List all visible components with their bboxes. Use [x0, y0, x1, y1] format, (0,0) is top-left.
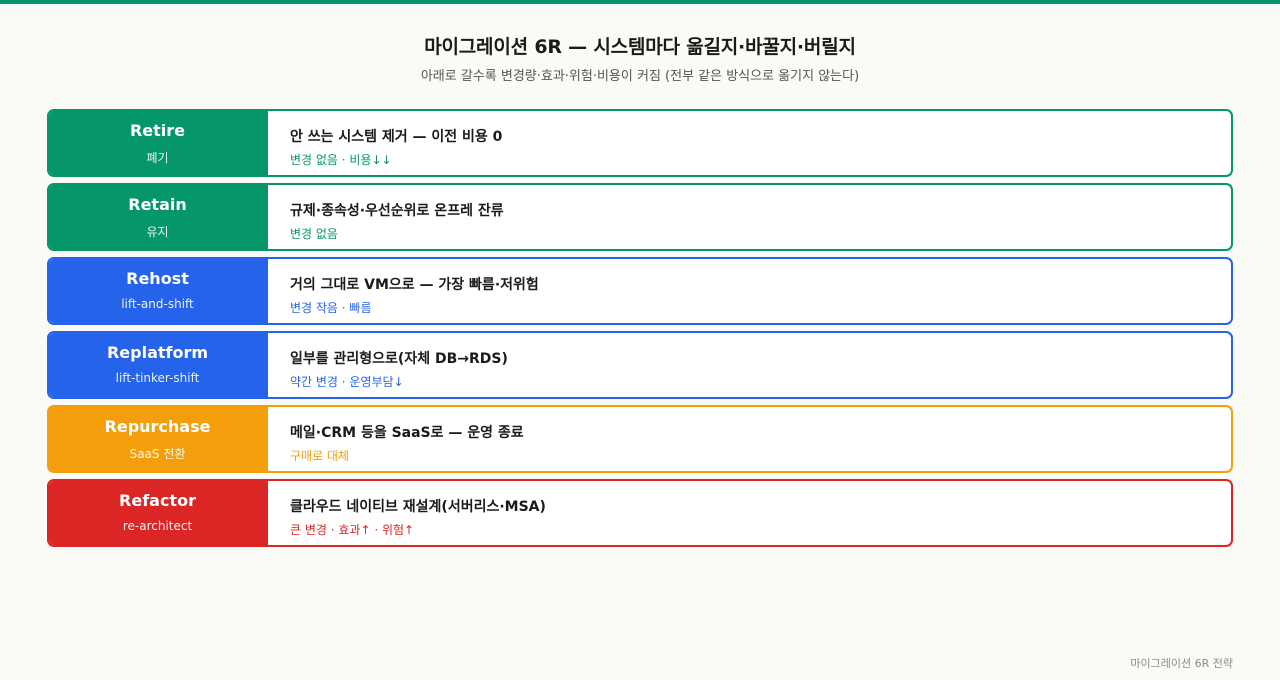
top-accent-bar [0, 0, 1280, 4]
strategy-name: Repurchase [104, 417, 211, 436]
strategy-note: 변경 없음 · 비용↓↓ [290, 153, 392, 167]
strategy-label-block: Retire 폐기 [49, 111, 268, 175]
strategy-description: 규제·종속성·우선순위로 온프레 잔류 [290, 203, 504, 219]
strategy-list: Retire 폐기 안 쓰는 시스템 제거 — 이전 비용 0 변경 없음 · … [47, 109, 1233, 553]
strategy-description: 거의 그대로 VM으로 — 가장 빠름·저위험 [290, 277, 539, 293]
strategy-name: Rehost [126, 269, 189, 288]
strategy-subtitle: lift-and-shift [121, 297, 194, 311]
strategy-description: 클라우드 네이티브 재설계(서버리스·MSA) [290, 499, 546, 515]
footer-label: 마이그레이션 6R 전략 [1130, 657, 1233, 670]
page-title: 마이그레이션 6R — 시스템마다 옮길지·바꿀지·버릴지 [424, 36, 856, 58]
strategy-subtitle: SaaS 전환 [129, 447, 186, 461]
strategy-row-retire: Retire 폐기 안 쓰는 시스템 제거 — 이전 비용 0 변경 없음 · … [47, 109, 1233, 177]
strategy-row-retain: Retain 유지 규제·종속성·우선순위로 온프레 잔류 변경 없음 [47, 183, 1233, 251]
strategy-description: 메일·CRM 등을 SaaS로 — 운영 종료 [290, 425, 524, 441]
strategy-description: 안 쓰는 시스템 제거 — 이전 비용 0 [290, 129, 503, 145]
page-subtitle: 아래로 갈수록 변경량·효과·위험·비용이 커짐 (전부 같은 방식으로 옮기지… [420, 69, 860, 84]
strategy-subtitle: 유지 [146, 225, 169, 239]
strategy-description: 일부를 관리형으로(자체 DB→RDS) [290, 351, 508, 367]
strategy-label-block: Replatform lift-tinker-shift [49, 333, 268, 397]
strategy-label-block: Repurchase SaaS 전환 [49, 407, 268, 471]
strategy-row-repurchase: Repurchase SaaS 전환 메일·CRM 등을 SaaS로 — 운영 … [47, 405, 1233, 473]
strategy-label-block: Rehost lift-and-shift [49, 259, 268, 323]
strategy-label-block: Retain 유지 [49, 185, 268, 249]
strategy-note: 구매로 대체 [290, 449, 350, 463]
strategy-subtitle: lift-tinker-shift [115, 371, 200, 385]
strategy-name: Retire [129, 121, 186, 140]
strategy-note: 약간 변경 · 운영부담↓ [290, 375, 404, 389]
strategy-note: 변경 없음 [290, 227, 338, 241]
strategy-name: Retain [128, 195, 187, 214]
strategy-note: 큰 변경 · 효과↑ · 위험↑ [290, 523, 415, 537]
strategy-name: Refactor [119, 491, 196, 510]
strategy-row-rehost: Rehost lift-and-shift 거의 그대로 VM으로 — 가장 빠… [47, 257, 1233, 325]
strategy-row-replatform: Replatform lift-tinker-shift 일부를 관리형으로(자… [47, 331, 1233, 399]
strategy-subtitle: re-architect [122, 519, 193, 533]
strategy-row-refactor: Refactor re-architect 클라우드 네이티브 재설계(서버리스… [47, 479, 1233, 547]
strategy-label-block: Refactor re-architect [49, 481, 268, 545]
strategy-name: Replatform [106, 343, 209, 362]
strategy-note: 변경 작음 · 빠름 [290, 301, 372, 315]
strategy-subtitle: 폐기 [146, 151, 169, 165]
